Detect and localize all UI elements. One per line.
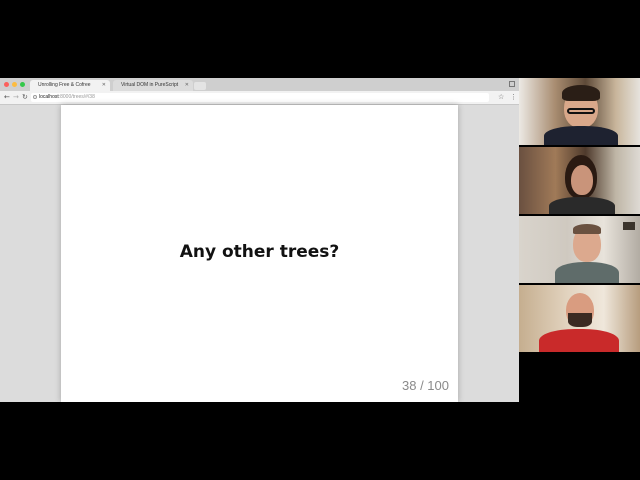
participant-body xyxy=(539,329,619,352)
minimize-window-icon[interactable] xyxy=(12,82,17,87)
browser-window: Unrolling Free & Cofree ✕ Virtual DOM in… xyxy=(0,78,519,402)
close-tab-icon[interactable]: ✕ xyxy=(102,80,106,91)
slide-number: 38 / 100 xyxy=(402,378,449,393)
tab-bar: Unrolling Free & Cofree ✕ Virtual DOM in… xyxy=(0,78,519,91)
back-arrow-icon[interactable]: ← xyxy=(4,93,10,102)
slide-title: Any other trees? xyxy=(179,242,340,262)
address-bar[interactable]: localhost:8000/trees/#/38 xyxy=(31,93,489,102)
new-tab-button[interactable] xyxy=(194,82,206,90)
close-tab-icon[interactable]: ✕ xyxy=(185,80,189,91)
maximize-window-icon[interactable] xyxy=(20,82,25,87)
reload-icon[interactable]: ↻ xyxy=(22,93,28,102)
close-window-icon[interactable] xyxy=(4,82,9,87)
url-path: :8000/trees/#/38 xyxy=(58,94,95,100)
participant-hair xyxy=(562,85,600,101)
presentation-slide[interactable]: Any other trees? 38 / 100 xyxy=(61,105,458,402)
participant-video-4[interactable] xyxy=(519,285,640,352)
wall-picture xyxy=(623,222,635,230)
participant-video-2[interactable] xyxy=(519,147,640,214)
bookmark-star-icon[interactable]: ☆ xyxy=(498,93,504,102)
participant-video-1[interactable] xyxy=(519,78,640,145)
participant-body xyxy=(549,197,615,214)
tab-label: Unrolling Free & Cofree xyxy=(38,82,91,88)
participant-body xyxy=(555,262,619,283)
url-host: localhost xyxy=(39,94,59,100)
browser-menu-icon[interactable]: ⋮ xyxy=(510,93,517,102)
participant-hair xyxy=(573,224,601,234)
window-menu-icon[interactable] xyxy=(509,81,515,87)
participant-video-3[interactable] xyxy=(519,216,640,283)
participant-face xyxy=(571,165,593,195)
info-icon[interactable] xyxy=(33,95,37,99)
tab-label: Virtual DOM in PureScript xyxy=(121,82,179,88)
glasses-icon xyxy=(567,108,595,114)
participant-body xyxy=(544,126,618,145)
browser-toolbar: ← → ↻ localhost:8000/trees/#/38 ☆ ⋮ xyxy=(0,91,519,105)
participant-beard xyxy=(568,313,592,327)
forward-arrow-icon[interactable]: → xyxy=(13,93,19,102)
tab-virtual-dom-purescript[interactable]: Virtual DOM in PureScript ✕ xyxy=(113,80,193,91)
page-content: Any other trees? 38 / 100 xyxy=(0,105,519,402)
tab-unrolling-free-cofree[interactable]: Unrolling Free & Cofree ✕ xyxy=(30,80,110,91)
